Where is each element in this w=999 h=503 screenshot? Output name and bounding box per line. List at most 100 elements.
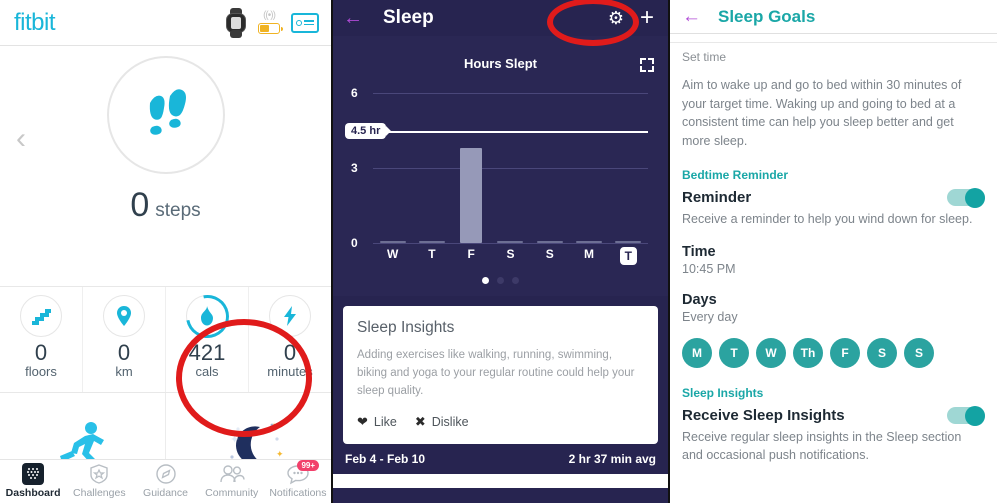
week-summary-row[interactable]: Feb 4 - Feb 10 2 hr 37 min avg [333, 444, 668, 474]
chart-bar-column[interactable] [373, 93, 412, 243]
minutes-ring [269, 295, 311, 337]
chart-bar[interactable] [576, 241, 603, 243]
day-toggle-m[interactable]: M [682, 338, 712, 369]
svg-text:✦: ✦ [276, 449, 284, 459]
sleep-insights-section-title: Sleep Insights [682, 386, 764, 401]
chart-bar-column[interactable] [452, 93, 491, 243]
cals-label: cals [195, 364, 219, 380]
day-toggle-s[interactable]: S [867, 338, 897, 369]
back-arrow-icon[interactable]: ← [682, 7, 708, 26]
receive-insights-sub: Receive regular sleep insights in the Sl… [682, 430, 962, 463]
week-average: 2 hr 37 min avg [568, 452, 656, 467]
nav-item-notifications[interactable]: 99+ Notifications [265, 460, 331, 503]
chart-x-label[interactable]: S [530, 247, 569, 265]
metrics-row: 0 floors 0 km 421 cals 0 minutes [0, 286, 331, 393]
day-toggle-w[interactable]: W [756, 338, 786, 369]
sleep-screen: ← Sleep ⚙ + Hours Slept 4.5 hr 6 3 0 W T… [333, 0, 670, 503]
watch-icon[interactable] [225, 7, 247, 38]
chart-bar-column[interactable] [569, 93, 608, 243]
chart-bar[interactable] [379, 241, 406, 243]
id-card-icon[interactable] [291, 12, 319, 33]
chart-bar-column[interactable] [491, 93, 530, 243]
y-tick-6: 6 [351, 86, 358, 100]
nav-item-community[interactable]: Community [199, 460, 265, 503]
chart-bar[interactable] [460, 148, 483, 243]
previous-tile-chevron-icon[interactable]: ‹ [16, 124, 26, 154]
steps-panel[interactable]: ‹ 0 steps [0, 46, 331, 286]
gear-icon[interactable]: ⚙ [608, 9, 624, 27]
chart-bar[interactable] [615, 241, 642, 243]
metric-cals[interactable]: 421 cals [166, 287, 249, 392]
day-toggle-s[interactable]: S [904, 338, 934, 369]
three-phone-screens: fitbit ((•)) ‹ 0 steps 0 floors 0 km 421… [0, 0, 999, 503]
days-value: Every day [682, 310, 738, 325]
carousel-dot[interactable] [512, 277, 519, 284]
chart-bars [373, 93, 648, 243]
carousel-dots[interactable] [343, 277, 658, 284]
metric-minutes[interactable]: 0 minutes [249, 287, 331, 392]
minutes-label: minutes [267, 364, 313, 380]
chart-x-label[interactable]: T [609, 247, 648, 265]
sleep-insights-card: Sleep Insights Adding exercises like wal… [343, 306, 658, 445]
insights-title: Sleep Insights [357, 319, 455, 336]
reminder-sub: Receive a reminder to help you wind down… [682, 212, 973, 226]
hours-slept-bar-chart[interactable]: 4.5 hr 6 3 0 [345, 86, 648, 250]
y-tick-3: 3 [351, 161, 358, 175]
chart-x-label[interactable]: F [452, 247, 491, 265]
chart-bar-column[interactable] [609, 93, 648, 243]
cals-value: 421 [188, 340, 226, 365]
add-icon[interactable]: + [640, 6, 654, 30]
insights-body: Adding exercises like walking, running, … [357, 349, 635, 397]
time-value[interactable]: 10:45 PM [682, 262, 985, 276]
sleep-topbar: ← Sleep ⚙ + [333, 0, 668, 36]
reminder-toggle[interactable] [947, 187, 985, 208]
fullscreen-icon[interactable] [640, 58, 654, 72]
steps-value: 0 [130, 186, 150, 224]
km-value: 0 [117, 340, 131, 365]
sleep-goals-topbar: ← Sleep Goals [670, 0, 997, 34]
heart-icon: ❤ [357, 414, 368, 430]
shield-star-icon [90, 464, 108, 484]
sync-status[interactable]: ((•)) [256, 11, 283, 34]
days-selector: M T W Th F S S [682, 338, 985, 369]
battery-icon [258, 23, 283, 34]
receive-insights-label: Receive Sleep Insights [682, 407, 845, 425]
chart-bar-column[interactable] [412, 93, 451, 243]
nav-item-dashboard[interactable]: Dashboard [0, 460, 66, 503]
back-arrow-icon[interactable]: ← [343, 8, 369, 28]
sleep-goals-title: Sleep Goals [718, 6, 816, 26]
chart-x-label[interactable]: S [491, 247, 530, 265]
bottom-nav: Dashboard Challenges Guidance Community … [0, 459, 331, 503]
day-toggle-th[interactable]: Th [793, 338, 823, 369]
carousel-dot[interactable] [497, 277, 504, 284]
dislike-button[interactable]: ✖ Dislike [415, 414, 469, 430]
next-row-cutoff [333, 474, 668, 489]
day-toggle-f[interactable]: F [830, 338, 860, 369]
metric-km[interactable]: 0 km [83, 287, 166, 392]
nav-item-challenges[interactable]: Challenges [66, 460, 132, 503]
chart-bar[interactable] [418, 241, 445, 243]
chart-title: Hours Slept [464, 56, 537, 71]
days-label: Days [682, 292, 717, 309]
nav-label-notifications: Notifications [269, 487, 327, 499]
chart-bar-column[interactable] [530, 93, 569, 243]
chart-x-label[interactable]: T [412, 247, 451, 265]
set-time-label[interactable]: Set time [682, 43, 985, 64]
notifications-badge: 99+ [297, 460, 320, 471]
receive-insights-toggle[interactable] [947, 405, 985, 426]
steps-unit: steps [155, 200, 201, 221]
chart-bar[interactable] [497, 241, 524, 243]
carousel-dot[interactable] [482, 277, 489, 284]
chart-bar[interactable] [536, 241, 563, 243]
chart-x-label[interactable]: W [373, 247, 412, 265]
sleep-goals-screen: ← Sleep Goals Set time Aim to wake up an… [670, 0, 997, 503]
metric-floors[interactable]: 0 floors [0, 287, 83, 392]
like-button[interactable]: ❤ Like [357, 414, 397, 430]
nav-item-guidance[interactable]: Guidance [132, 460, 198, 503]
receive-insights-row: Receive Sleep Insights [682, 405, 985, 426]
floors-ring [20, 295, 62, 337]
km-label: km [115, 364, 133, 380]
day-toggle-t[interactable]: T [719, 338, 749, 369]
svg-text:✦: ✦ [230, 434, 239, 446]
chart-x-label[interactable]: M [569, 247, 608, 265]
